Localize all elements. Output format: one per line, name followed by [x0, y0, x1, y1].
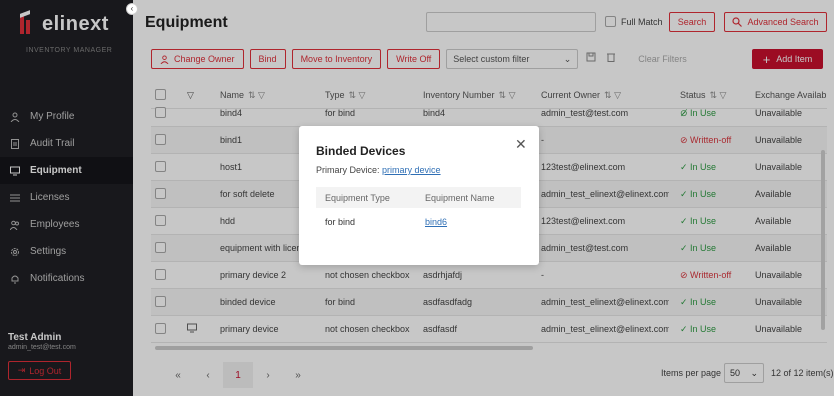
column-header-equipment-type: Equipment Type — [325, 193, 390, 203]
chevron-left-icon[interactable]: ‹ — [126, 3, 138, 15]
modal-table-row: for bind bind6 — [316, 211, 521, 233]
binded-devices-modal: Binded Devices ✕ Primary Device: primary… — [299, 126, 539, 265]
close-icon[interactable]: ✕ — [515, 136, 527, 153]
modal-primary-device: Primary Device: primary device — [316, 165, 441, 175]
modal-title: Binded Devices — [316, 144, 406, 158]
primary-device-label: Primary Device: — [316, 165, 380, 175]
primary-device-link[interactable]: primary device — [382, 165, 441, 175]
modal-table-header: Equipment Type Equipment Name — [316, 187, 521, 208]
cell-equipment-type: for bind — [325, 217, 356, 227]
column-header-equipment-name: Equipment Name — [425, 193, 495, 203]
equipment-name-link[interactable]: bind6 — [425, 217, 447, 227]
